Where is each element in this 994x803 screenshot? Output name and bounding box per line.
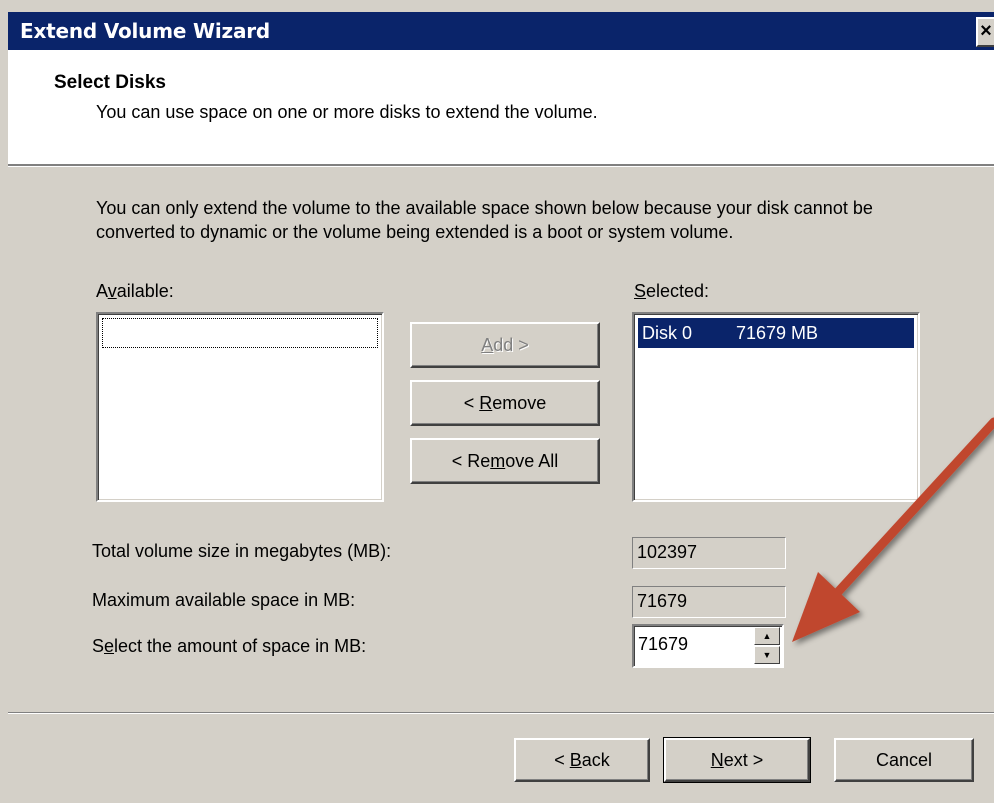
info-text: You can only extend the volume to the av… (96, 198, 873, 242)
next-button[interactable]: Next > (663, 737, 811, 783)
list-focus-indicator (102, 318, 378, 348)
amount-stepper[interactable]: 71679 ▲ ▼ (632, 624, 784, 668)
remove-button[interactable]: < Remove (410, 380, 600, 426)
available-label: Available: (96, 281, 174, 301)
total-size-value: 102397 (632, 537, 786, 569)
selected-label: Selected: (634, 281, 710, 301)
total-size-label: Total volume size in megabytes (MB): (92, 541, 392, 561)
spin-down-icon[interactable]: ▼ (754, 646, 780, 664)
max-space-value: 71679 (632, 586, 786, 618)
list-item[interactable]: Disk 0 71679 MB (638, 318, 914, 348)
amount-input[interactable]: 71679 (638, 634, 688, 655)
available-list[interactable] (96, 312, 384, 502)
disk-size: 71679 MB (736, 323, 819, 343)
spin-up-icon[interactable]: ▲ (754, 627, 780, 645)
window-title: Extend Volume Wizard (20, 19, 271, 43)
wizard-header: Select Disks You can use space on one or… (8, 50, 994, 166)
disk-name: Disk 0 (642, 323, 693, 343)
header-divider (8, 166, 994, 167)
close-button[interactable]: × (976, 17, 994, 47)
selected-list[interactable]: Disk 0 71679 MB (632, 312, 920, 502)
add-button[interactable]: Add > (410, 322, 600, 368)
back-button[interactable]: < Back (514, 738, 650, 782)
cancel-button[interactable]: Cancel (834, 738, 974, 782)
page-title: Select Disks (54, 72, 166, 93)
amount-label: Select the amount of space in MB: (92, 636, 367, 656)
footer-divider-highlight (8, 713, 994, 714)
remove-all-button[interactable]: < Remove All (410, 438, 600, 484)
title-bar: Extend Volume Wizard × (8, 12, 994, 50)
max-space-label: Maximum available space in MB: (92, 590, 356, 610)
page-subtitle: You can use space on one or more disks t… (96, 102, 598, 122)
